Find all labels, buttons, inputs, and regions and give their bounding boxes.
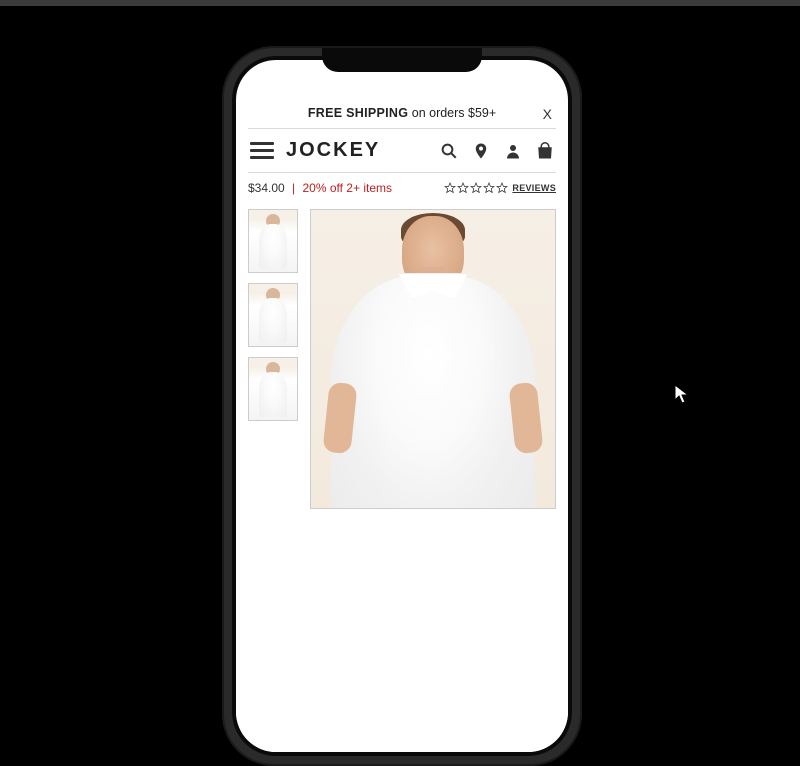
star-icon: [457, 182, 469, 194]
star-icon: [470, 182, 482, 194]
rating-stars: [444, 182, 508, 194]
location-pin-icon[interactable]: [472, 142, 490, 160]
mouse-cursor-icon: [674, 384, 690, 406]
thumbnail-list: [248, 209, 298, 509]
promo-text: FREE SHIPPING on orders $59+: [308, 106, 496, 120]
promo-banner: FREE SHIPPING on orders $59+ X: [248, 100, 556, 128]
phone-notch: [322, 48, 482, 72]
thumbnail[interactable]: [248, 283, 298, 347]
star-icon: [483, 182, 495, 194]
menu-button[interactable]: [250, 142, 274, 159]
thumbnail[interactable]: [248, 357, 298, 421]
promo-rest: on orders $59+: [408, 106, 496, 120]
site-header: JOCKEY: [248, 129, 556, 172]
reviews-link[interactable]: REVIEWS: [512, 183, 556, 193]
app-viewport[interactable]: FREE SHIPPING on orders $59+ X JOCKEY: [236, 100, 568, 752]
price-divider: |: [289, 181, 299, 195]
phone-screen: FREE SHIPPING on orders $59+ X JOCKEY: [236, 60, 568, 752]
reviews-block[interactable]: REVIEWS: [444, 182, 556, 194]
price-bar: $34.00 | 20% off 2+ items REVIEWS: [248, 173, 556, 203]
header-actions: [440, 142, 554, 160]
product-gallery: [248, 203, 556, 515]
account-icon[interactable]: [504, 142, 522, 160]
search-icon[interactable]: [440, 142, 458, 160]
shopping-bag-icon[interactable]: [536, 142, 554, 160]
star-icon: [496, 182, 508, 194]
phone-bezel: FREE SHIPPING on orders $59+ X JOCKEY: [232, 56, 572, 756]
brand-logo[interactable]: JOCKEY: [286, 139, 380, 162]
star-icon: [444, 182, 456, 194]
promo-strong: FREE SHIPPING: [308, 106, 408, 120]
thumbnail[interactable]: [248, 209, 298, 273]
promo-close-button[interactable]: X: [543, 106, 552, 122]
product-price: $34.00: [248, 181, 285, 195]
product-promo: 20% off 2+ items: [303, 181, 393, 195]
phone-frame: FREE SHIPPING on orders $59+ X JOCKEY: [222, 46, 582, 766]
main-product-image[interactable]: [310, 209, 556, 509]
